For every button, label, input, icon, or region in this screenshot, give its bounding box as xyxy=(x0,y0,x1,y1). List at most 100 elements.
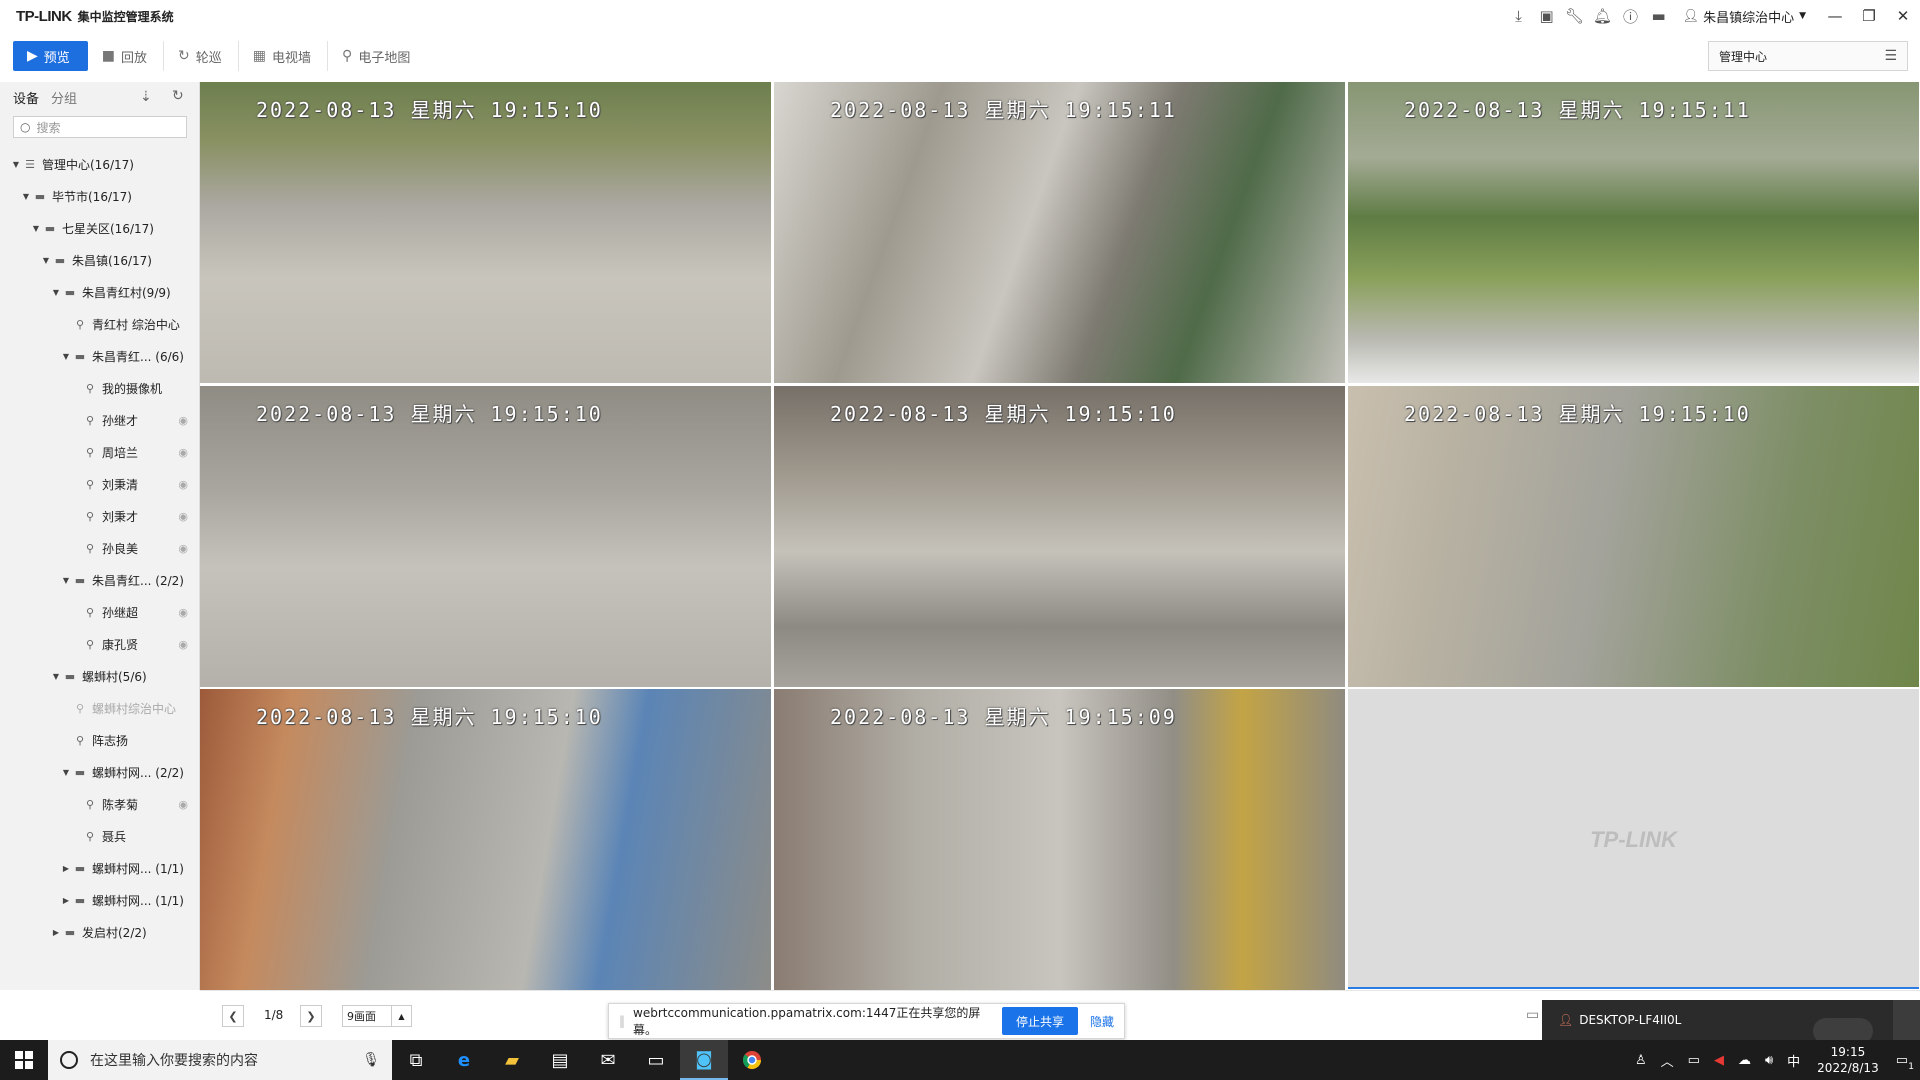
video-cell[interactable]: 2022-08-13 星期六 19:15:10 xyxy=(774,386,1345,687)
prev-page-button[interactable]: ❮ xyxy=(222,1005,244,1027)
expand-arrow-icon[interactable]: ▼ xyxy=(10,160,22,169)
refresh-icon[interactable]: ↻ xyxy=(172,88,184,104)
tree-camera-item[interactable]: ⚲ 孙继才 ◉ xyxy=(0,404,200,436)
start-button[interactable] xyxy=(0,1040,48,1080)
collapse-arrow-icon[interactable]: ▶ xyxy=(60,864,72,873)
ime-indicator[interactable]: 中 xyxy=(1787,1051,1800,1070)
terminal-icon[interactable]: ▭ xyxy=(632,1040,680,1080)
tab-patrol[interactable]: ↻ 轮巡 xyxy=(164,41,239,71)
tree-folder-item[interactable]: ▼ ☰ 管理中心(16/17) xyxy=(0,148,200,180)
chrome-icon[interactable] xyxy=(728,1040,776,1080)
menu-icon[interactable]: ☰ xyxy=(1884,48,1897,64)
wrench-icon[interactable]: 🔧︎ xyxy=(1561,0,1589,32)
caret-up-icon[interactable]: ▲ xyxy=(391,1006,411,1026)
store-icon[interactable]: ▤ xyxy=(536,1040,584,1080)
video-cell[interactable]: 2022-08-13 星期六 19:15:09 xyxy=(774,689,1345,990)
screen-icon[interactable]: ▭ xyxy=(1526,1007,1539,1023)
tab-tv-wall[interactable]: ▦ 电视墙 xyxy=(239,41,329,71)
video-cell[interactable]: 2022-08-13 星期六 19:15:11 xyxy=(1348,82,1919,383)
expand-arrow-icon[interactable]: ▼ xyxy=(60,576,72,585)
microphone-icon[interactable]: 🎙︎ xyxy=(362,1052,380,1068)
layout-select[interactable]: 9画面 ▲ xyxy=(342,1005,412,1027)
expand-arrow-icon[interactable]: ▼ xyxy=(50,672,62,681)
tree-folder-item[interactable]: ▼ ▬ 螺蛳村网... (2/2) xyxy=(0,756,200,788)
video-cell[interactable]: 2022-08-13 星期六 19:15:10 xyxy=(200,82,771,383)
tree-folder-item[interactable]: ▼ ▬ 螺蛳村(5/6) xyxy=(0,660,200,692)
restore-button[interactable]: ❐ xyxy=(1852,0,1886,32)
cloud-icon[interactable]: ☁ xyxy=(1738,1053,1751,1068)
close-button[interactable]: ✕ xyxy=(1886,0,1920,32)
empty-video-cell[interactable]: TP-LINK xyxy=(1348,689,1919,989)
tree-folder-item[interactable]: ▼ ▬ 朱昌青红... (2/2) xyxy=(0,564,200,596)
tree-camera-item[interactable]: ⚲ 刘秉才 ◉ xyxy=(0,500,200,532)
collapse-arrow-icon[interactable]: ▶ xyxy=(50,928,62,937)
tree-camera-item[interactable]: ⚲ 螺蛳村综治中心 xyxy=(0,692,200,724)
expand-arrow-icon[interactable]: ▼ xyxy=(60,768,72,777)
task-view-icon[interactable]: ⧉ xyxy=(392,1040,440,1080)
mail-icon[interactable]: ✉ xyxy=(584,1040,632,1080)
center-select[interactable]: 管理中心 ☰ xyxy=(1708,41,1908,71)
tree-camera-item[interactable]: ⚲ 我的摄像机 xyxy=(0,372,200,404)
tree-folder-item[interactable]: ▼ ▬ 毕节市(16/17) xyxy=(0,180,200,212)
stop-share-button[interactable]: 停止共享 xyxy=(1001,1007,1078,1035)
tree-camera-item[interactable]: ⚲ 周培兰 ◉ xyxy=(0,436,200,468)
folder-icon[interactable]: ▬ xyxy=(1645,0,1673,32)
tree-camera-item[interactable]: ⚲ 康孔贤 ◉ xyxy=(0,628,200,660)
tree-folder-item[interactable]: ▼ ▬ 朱昌青红村(9/9) xyxy=(0,276,200,308)
remote-app-icon[interactable]: ◙ xyxy=(680,1040,728,1080)
expand-arrow-icon[interactable]: ▼ xyxy=(40,256,52,265)
tab-group[interactable]: 分组 xyxy=(51,88,77,107)
volume-icon[interactable]: 🔊︎ xyxy=(1765,1053,1773,1068)
tree-camera-item[interactable]: ⚲ 聂兵 xyxy=(0,820,200,852)
tree-folder-item[interactable]: ▼ ▬ 朱昌青红... (6/6) xyxy=(0,340,200,372)
drag-handle-icon[interactable]: ‖ xyxy=(619,1014,625,1028)
search-input[interactable]: ○ 搜索 xyxy=(13,116,187,138)
expand-arrow-icon[interactable]: ▼ xyxy=(20,192,32,201)
tree-camera-item[interactable]: ⚲ 青红村 综治中心 xyxy=(0,308,200,340)
user-menu[interactable]: 👤︎ 朱昌镇综治中心 ▼ xyxy=(1683,7,1806,26)
minimize-button[interactable]: — xyxy=(1818,0,1852,32)
tree-folder-item[interactable]: ▶ ▬ 螺蛳村网... (1/1) xyxy=(0,852,200,884)
network-icon[interactable]: ▭ xyxy=(1688,1053,1700,1068)
expand-arrow-icon[interactable]: ▼ xyxy=(50,288,62,297)
next-page-button[interactable]: ❯ xyxy=(300,1005,322,1027)
tree-camera-item[interactable]: ⚲ 阵志扬 xyxy=(0,724,200,756)
taskbar-search[interactable]: 在这里输入你要搜索的内容 🎙︎ xyxy=(48,1040,392,1080)
chevron-up-icon[interactable]: ︿ xyxy=(1661,1051,1674,1070)
file-explorer-icon[interactable]: ▰ xyxy=(488,1040,536,1080)
video-cell[interactable]: 2022-08-13 星期六 19:15:10 xyxy=(1348,386,1919,687)
tab-device[interactable]: 设备 xyxy=(13,88,39,107)
collapse-arrow-icon[interactable]: ▶ xyxy=(60,896,72,905)
bell-icon[interactable]: 🔔︎ xyxy=(1589,0,1617,32)
eye-icon[interactable]: ◉ xyxy=(178,446,188,459)
tree-folder-item[interactable]: ▶ ▬ 螺蛳村网... (1/1) xyxy=(0,884,200,916)
tree-camera-item[interactable]: ⚲ 孙良美 ◉ xyxy=(0,532,200,564)
tab-emap[interactable]: ⚲ 电子地图 xyxy=(328,41,426,71)
tree-camera-item[interactable]: ⚲ 陈孝菊 ◉ xyxy=(0,788,200,820)
info-icon[interactable]: ⓘ xyxy=(1617,0,1645,32)
remote-session-panel[interactable]: 👤︎ DESKTOP-LF4II0L xyxy=(1542,1000,1893,1044)
eye-icon[interactable]: ◉ xyxy=(178,542,188,555)
tree-folder-item[interactable]: ▼ ▬ 七星关区(16/17) xyxy=(0,212,200,244)
tree-folder-item[interactable]: ▼ ▬ 朱昌镇(16/17) xyxy=(0,244,200,276)
edge-icon[interactable]: e xyxy=(440,1040,488,1080)
notification-icon[interactable]: ▭ 1 xyxy=(1896,1053,1914,1072)
video-cell[interactable]: 2022-08-13 星期六 19:15:10 xyxy=(200,689,771,990)
eye-icon[interactable]: ◉ xyxy=(178,510,188,523)
tree-folder-item[interactable]: ▶ ▬ 发启村(2/2) xyxy=(0,916,200,948)
eye-icon[interactable]: ◉ xyxy=(178,638,188,651)
tree-camera-item[interactable]: ⚲ 刘秉清 ◉ xyxy=(0,468,200,500)
tree-camera-item[interactable]: ⚲ 孙继超 ◉ xyxy=(0,596,200,628)
eye-icon[interactable]: ◉ xyxy=(178,606,188,619)
sort-icon[interactable]: ⇣ xyxy=(140,89,152,105)
people-icon[interactable]: ♙ xyxy=(1635,1053,1647,1068)
download-icon[interactable]: ⤓ xyxy=(1505,0,1533,32)
video-cell[interactable]: 2022-08-13 星期六 19:15:10 xyxy=(200,386,771,687)
tab-preview[interactable]: ▶ 预览 xyxy=(13,41,88,71)
clock[interactable]: 19:15 2022/8/13 xyxy=(1817,1044,1879,1076)
eye-icon[interactable]: ◉ xyxy=(178,798,188,811)
device-icon[interactable]: ▣ xyxy=(1533,0,1561,32)
eye-icon[interactable]: ◉ xyxy=(178,478,188,491)
video-cell[interactable]: 2022-08-13 星期六 19:15:11 xyxy=(774,82,1345,383)
tab-playback[interactable]: ■ 回放 xyxy=(88,41,165,71)
